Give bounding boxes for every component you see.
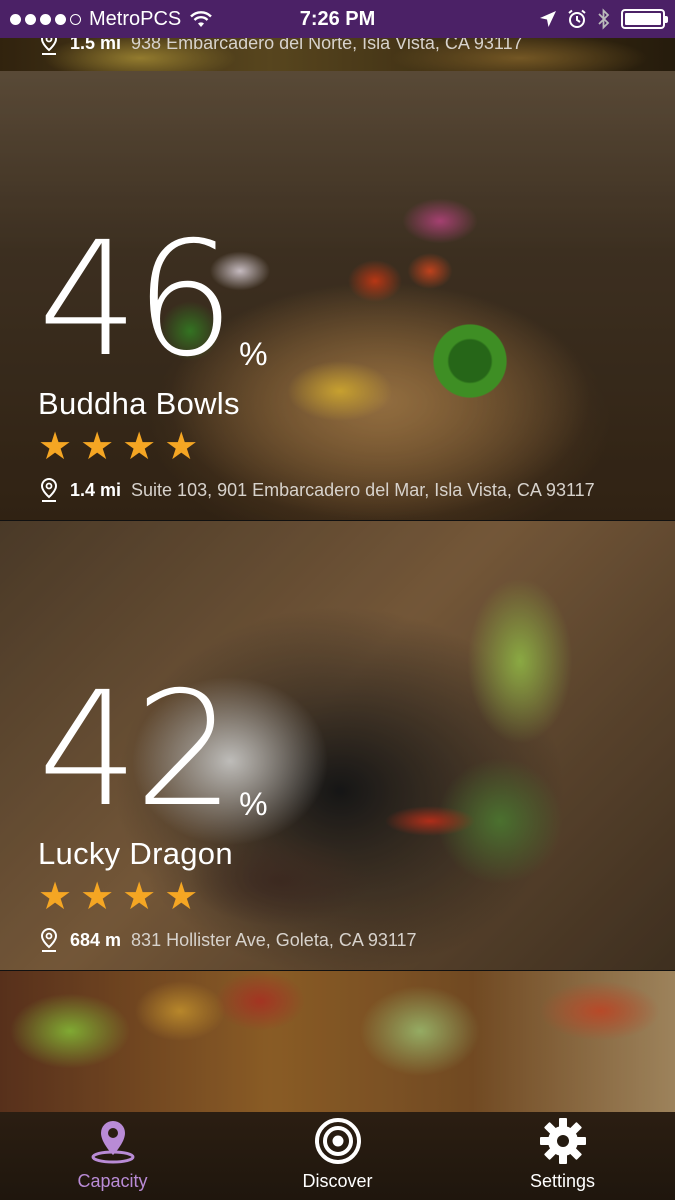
- star-icon: ★: [80, 426, 115, 468]
- tab-label: Discover: [302, 1171, 373, 1191]
- restaurant-name: Buddha Bowls: [38, 386, 240, 421]
- signal-strength-icon: [10, 13, 81, 25]
- status-left: MetroPCS: [10, 8, 213, 31]
- address-row: 1.5 mi 938 Embarcadero del Norte, Isla V…: [38, 38, 523, 56]
- star-icon: ★: [38, 426, 73, 468]
- carrier-name: MetroPCS: [89, 7, 182, 30]
- wifi-icon: [190, 11, 213, 27]
- restaurant-feed[interactable]: 1.5 mi 938 Embarcadero del Norte, Isla V…: [0, 38, 675, 1112]
- alarm-icon: [568, 9, 586, 28]
- tab-settings[interactable]: Settings: [483, 1117, 643, 1192]
- capacity-value: 46: [38, 208, 235, 392]
- tab-label: Settings: [529, 1171, 596, 1191]
- capacity-percent: 42 %: [38, 671, 268, 829]
- restaurant-card[interactable]: 1.5 mi 938 Embarcadero del Norte, Isla V…: [0, 38, 675, 71]
- battery-icon: [621, 9, 668, 29]
- restaurant-name: Lucky Dragon: [38, 836, 233, 871]
- tab-capacity[interactable]: Capacity: [33, 1117, 193, 1192]
- address-row: 1.4 mi Suite 103, 901 Embarcadero del Ma…: [38, 477, 595, 503]
- star-rating: ★ ★ ★ ★: [38, 878, 198, 916]
- capacity-percent: 46 %: [38, 221, 268, 379]
- capacity-value: 42: [38, 658, 235, 842]
- location-arrow-icon: [540, 11, 556, 27]
- percent-sign: %: [239, 336, 268, 372]
- address-row: 684 m 831 Hollister Ave, Goleta, CA 9311…: [38, 927, 417, 953]
- location-pin-icon: [40, 38, 58, 55]
- location-pin-icon: [40, 927, 58, 952]
- distance: 684 m: [70, 929, 122, 950]
- address: Suite 103, 901 Embarcadero del Mar, Isla…: [131, 479, 595, 500]
- location-pin-icon: [40, 477, 58, 502]
- star-icon: ★: [80, 876, 115, 918]
- restaurant-card[interactable]: 42 % Lucky Dragon ★ ★ ★ ★ 684 m 831 Holl…: [0, 521, 675, 970]
- distance: 1.4 mi: [70, 479, 122, 500]
- star-icon: ★: [122, 876, 157, 918]
- star-rating: ★ ★ ★ ★: [38, 428, 198, 466]
- bluetooth-icon: [598, 8, 610, 30]
- address: 938 Embarcadero del Norte, Isla Vista, C…: [131, 38, 523, 53]
- restaurant-card[interactable]: 46 % Buddha Bowls ★ ★ ★ ★ 1.4 mi Suite 1…: [0, 71, 675, 520]
- tab-label: Capacity: [77, 1171, 148, 1191]
- star-icon: ★: [122, 426, 157, 468]
- star-icon: ★: [38, 876, 73, 918]
- distance: 1.5 mi: [70, 38, 122, 53]
- tab-bar: Capacity Discover Settings: [0, 1112, 675, 1200]
- gear-icon: [539, 1118, 586, 1164]
- restaurant-card[interactable]: [0, 971, 675, 1112]
- star-icon: ★: [164, 426, 199, 468]
- percent-sign: %: [239, 786, 268, 822]
- address: 831 Hollister Ave, Goleta, CA 93117: [131, 929, 417, 950]
- star-icon: ★: [164, 876, 199, 918]
- status-bar: MetroPCS 7:26 PM: [0, 0, 675, 38]
- map-pin-icon: [91, 1121, 134, 1164]
- target-icon: [314, 1118, 361, 1164]
- tab-discover[interactable]: Discover: [258, 1117, 418, 1192]
- status-right: [539, 8, 668, 30]
